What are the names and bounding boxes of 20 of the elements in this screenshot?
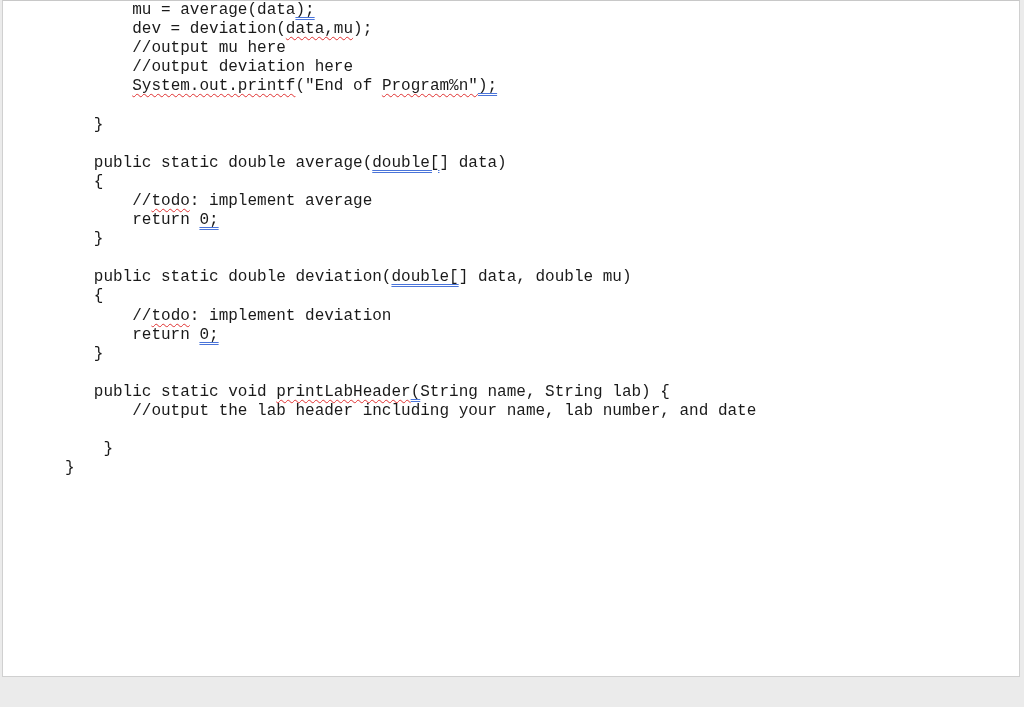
code-line: return 0; <box>131 325 219 344</box>
code-line: public static void printLabHeader(String name, String lab) { <box>92 382 670 401</box>
code-line: dev = deviation(data,mu); <box>131 20 373 39</box>
code-line: public static double deviation(double[] data, double mu) <box>92 268 632 287</box>
code-line: { <box>92 172 104 191</box>
code-line: //todo: implement deviation <box>131 306 392 325</box>
code-line: public static double average(double[] data) <box>92 153 507 172</box>
code-line: } <box>102 440 113 459</box>
code-line: } <box>65 459 75 478</box>
code-line: { <box>92 287 104 306</box>
code-line: //output the lab header including your name, lab number, and date <box>131 401 757 420</box>
code-line: } <box>92 230 104 249</box>
code-line: } <box>92 344 104 363</box>
code-line: } <box>92 115 104 134</box>
code-line: mu = average(data); <box>131 1 315 19</box>
code-line: //todo: implement average <box>131 191 373 210</box>
code-line: //output deviation here <box>131 58 354 77</box>
code-line: System.out.printf("End of Program%n"); <box>131 77 498 96</box>
code-line: return 0; <box>131 211 219 230</box>
code-line: //output mu here <box>131 39 286 58</box>
